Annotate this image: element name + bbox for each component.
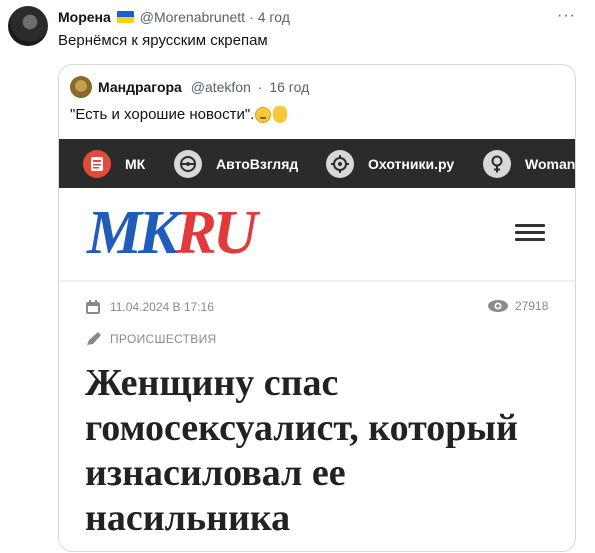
nav-item-okhotniki: Охотники.ру xyxy=(326,150,454,178)
quoted-author-name[interactable]: Мандрагора xyxy=(98,79,182,95)
female-icon xyxy=(483,150,511,178)
article-headline: Женщину спас гомосексуалист, который изн… xyxy=(85,362,518,539)
site-header: MKRU xyxy=(59,188,575,282)
pencil-icon xyxy=(87,332,101,345)
nav-item-label: Woman xyxy=(525,156,576,172)
tweet-text: Вернёмся к ярусским скрепам xyxy=(58,32,268,49)
crosshair-icon xyxy=(326,150,354,178)
separator-dot: · xyxy=(249,9,254,25)
article-category: ПРОИСШЕСТВИЯ xyxy=(85,331,217,347)
newspaper-icon xyxy=(83,150,111,178)
quoted-tweet[interactable]: Мандрагора @atekfon · 16 год "Есть и хор… xyxy=(58,64,576,552)
nav-item-label: АвтоВзгляд xyxy=(216,156,299,172)
confused-face-icon xyxy=(255,106,272,123)
nav-item-label: Охотники.ру xyxy=(368,156,455,172)
quoted-tweet-text-row: "Есть и хорошие новости". xyxy=(70,106,288,123)
quoted-tweet-header: Мандрагора @atekfon · 16 год xyxy=(98,79,309,95)
quoted-tweet-text: "Есть и хорошие новости". xyxy=(70,106,255,123)
nav-item-woman: Woman xyxy=(483,150,575,178)
eye-icon xyxy=(488,300,508,312)
steering-wheel-icon xyxy=(174,150,202,178)
mk-ru-logo: MKRU xyxy=(87,199,258,267)
quoted-separator-dot: · xyxy=(257,79,263,95)
tweet[interactable]: Морена @Morenabrunett · 4 год ··· Вернём… xyxy=(0,0,595,553)
article-category-text: ПРОИСШЕСТВИЯ xyxy=(110,332,217,346)
quoted-author-avatar[interactable] xyxy=(70,76,92,98)
attached-image[interactable]: МК АвтоВзгляд Охотники.ру Woman MKRU 11.… xyxy=(59,139,575,551)
quoted-tweet-time[interactable]: 16 год xyxy=(269,79,309,95)
tweet-header: Морена @Morenabrunett · 4 год xyxy=(58,9,290,25)
calendar-icon xyxy=(86,300,100,314)
view-count: 27918 xyxy=(487,299,548,313)
article-date-text: 11.04.2024 В 17:16 xyxy=(110,300,214,314)
article-date: 11.04.2024 В 17:16 xyxy=(85,299,214,315)
site-nav-bar: МК АвтоВзгляд Охотники.ру Woman xyxy=(59,139,575,188)
author-name[interactable]: Морена xyxy=(58,9,111,25)
nav-item-label: МК xyxy=(125,156,146,172)
nav-item-mk: МК xyxy=(83,150,145,178)
view-count-text: 27918 xyxy=(515,299,549,313)
hamburger-menu-icon xyxy=(515,224,545,242)
author-avatar[interactable] xyxy=(8,6,48,46)
ukraine-flag-icon xyxy=(116,11,134,23)
quoted-author-handle[interactable]: @atekfon xyxy=(191,79,251,95)
tweet-time[interactable]: 4 год xyxy=(258,9,290,25)
more-options-icon[interactable]: ··· xyxy=(557,7,576,25)
author-handle[interactable]: @Morenabrunett xyxy=(140,9,245,25)
pointing-down-icon xyxy=(273,106,288,123)
nav-item-avtovzglyad: АвтоВзгляд xyxy=(174,150,298,178)
